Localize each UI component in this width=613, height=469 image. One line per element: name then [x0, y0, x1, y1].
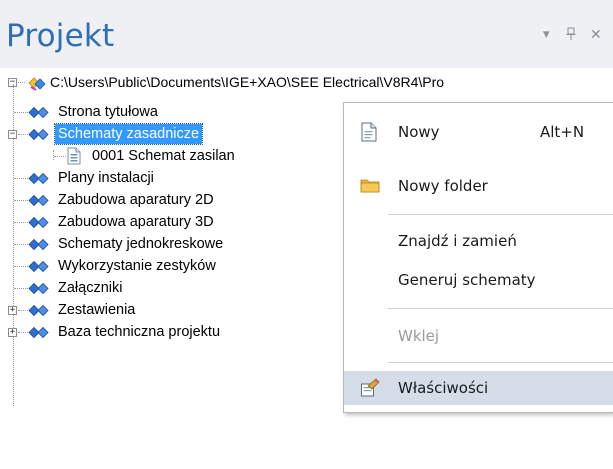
- tree-item-label: Zabudowa aparatury 2D: [58, 192, 214, 208]
- menu-item-label: Wklej: [398, 327, 440, 345]
- new-document-icon: [361, 122, 377, 142]
- section-icon: [28, 128, 49, 141]
- section-icon: [28, 172, 49, 185]
- menu-item-label: Generuj schematy: [398, 271, 536, 289]
- tree-item-label: Schematy jednokreskowe: [58, 236, 224, 252]
- expand-toggle[interactable]: +: [8, 328, 17, 337]
- close-icon[interactable]: ✕: [590, 27, 602, 43]
- menu-item-label: Właściwości: [398, 379, 489, 397]
- properties-icon: [361, 378, 380, 397]
- section-icon: [28, 260, 49, 273]
- folder-icon: [360, 179, 380, 193]
- pin-icon[interactable]: [566, 27, 576, 45]
- section-icon: [28, 106, 49, 119]
- sheet-icon: [67, 147, 81, 165]
- menu-item-label: Nowy: [398, 123, 440, 141]
- menu-item-label: Znajdź i zamień: [398, 232, 517, 250]
- menu-item-znajdz-i-zamien[interactable]: Znajdź i zamień: [344, 224, 613, 258]
- tree-item-label: 0001 Schemat zasilan: [92, 148, 235, 164]
- tree-item-label: Wykorzystanie zestyków: [58, 258, 216, 274]
- tree-item-label: Baza techniczna projektu: [58, 324, 221, 340]
- menu-separator: [388, 214, 613, 215]
- menu-item-shortcut: Alt+N: [540, 123, 585, 141]
- menu-separator: [388, 362, 613, 363]
- dropdown-icon[interactable]: ▾: [543, 27, 550, 43]
- expand-toggle[interactable]: +: [8, 306, 17, 315]
- tree-root[interactable]: − C:\Users\Public\Documents\IGE+XAO\SEE …: [0, 72, 613, 92]
- menu-item-wklej: Wklej: [344, 319, 613, 353]
- section-icon: [28, 194, 49, 207]
- tree-item-label: Zabudowa aparatury 3D: [58, 214, 214, 230]
- project-panel: Projekt ▾ ✕ − C:\Users\Public\Documents\…: [0, 0, 613, 469]
- collapse-toggle[interactable]: −: [8, 130, 17, 139]
- section-icon: [28, 282, 49, 295]
- panel-title: Projekt: [6, 18, 115, 54]
- section-icon: [28, 326, 49, 339]
- menu-item-label: Nowy folder: [398, 177, 488, 195]
- context-menu: Nowy Alt+N Nowy folder Znajdź i zamień G…: [343, 102, 613, 413]
- tree-item-label: Załączniki: [58, 280, 123, 296]
- project-icon: [28, 77, 46, 91]
- section-icon: [28, 304, 49, 317]
- tree-item-label-selected: Schematy zasadnicze: [53, 123, 204, 145]
- section-icon: [28, 216, 49, 229]
- panel-header: Projekt ▾ ✕: [0, 0, 613, 68]
- tree-item-label: Plany instalacji: [58, 170, 154, 186]
- tree-item-label: Zestawienia: [58, 302, 136, 318]
- root-path: C:\Users\Public\Documents\IGE+XAO\SEE El…: [50, 74, 445, 90]
- menu-item-generuj-schematy[interactable]: Generuj schematy: [344, 263, 613, 297]
- menu-item-nowy-folder[interactable]: Nowy folder: [344, 169, 613, 203]
- menu-item-wlasciwosci[interactable]: Właściwości: [344, 371, 613, 405]
- tree-item-label: Strona tytułowa: [58, 104, 158, 120]
- section-icon: [28, 238, 49, 251]
- menu-item-nowy[interactable]: Nowy Alt+N: [344, 115, 613, 149]
- menu-separator: [388, 308, 613, 309]
